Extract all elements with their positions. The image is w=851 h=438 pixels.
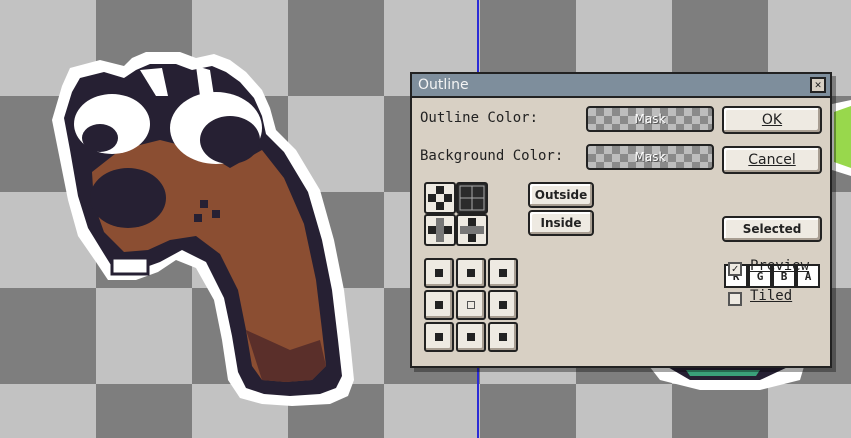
dialog-title-bar[interactable]: Outline	[412, 74, 830, 98]
outside-button[interactable]: Outside	[528, 182, 594, 208]
dialog-title: Outline	[418, 77, 469, 93]
grid-cell-top[interactable]	[456, 258, 486, 288]
ok-label: OK	[761, 112, 783, 128]
tiled-checkbox[interactable]	[728, 292, 742, 306]
grid-cell-bottom[interactable]	[456, 322, 486, 352]
grid-dot-icon	[435, 333, 443, 341]
preview-checkbox[interactable]: ✓	[728, 262, 742, 276]
outline-color-value: Mask	[634, 112, 666, 126]
horizontal-pattern-icon	[428, 218, 452, 242]
background-color-picker[interactable]: Mask	[586, 144, 714, 170]
grid-cell-top-left[interactable]	[424, 258, 454, 288]
ok-button[interactable]: OK	[722, 106, 822, 134]
grid-dot-icon	[499, 269, 507, 277]
grid-dot-icon	[467, 269, 475, 277]
check-icon: ✓	[731, 262, 739, 275]
background-color-value: Mask	[634, 150, 666, 164]
inside-button[interactable]: Inside	[528, 210, 594, 236]
selected-label: Selected	[742, 222, 802, 236]
vertical-pattern-icon	[460, 218, 484, 242]
outside-label: Outside	[534, 188, 588, 202]
inside-label: Inside	[540, 216, 582, 230]
grid-cell-top-right[interactable]	[488, 258, 518, 288]
grid-cell-bottom-left[interactable]	[424, 322, 454, 352]
cancel-button[interactable]: Cancel	[722, 146, 822, 174]
grid-dot-icon	[467, 333, 475, 341]
grid-cell-bottom-right[interactable]	[488, 322, 518, 352]
outline-dialog: Outline ✕ Outline Color: Mask Background…	[410, 72, 832, 368]
grid-dot-icon	[499, 333, 507, 341]
background-color-label: Background Color:	[420, 148, 564, 164]
grid-dot-icon	[499, 301, 507, 309]
grid-center-icon	[467, 301, 475, 309]
horizontal-matrix-button[interactable]	[424, 214, 456, 246]
selected-button[interactable]: Selected	[722, 216, 822, 242]
square-pattern-icon	[459, 185, 485, 211]
grid-dot-icon	[435, 269, 443, 277]
close-icon: ✕	[814, 78, 822, 91]
close-button[interactable]: ✕	[810, 77, 826, 93]
grid-cell-right[interactable]	[488, 290, 518, 320]
preview-label: Preview	[750, 258, 810, 274]
square-matrix-button[interactable]	[456, 182, 488, 214]
circle-matrix-button[interactable]	[424, 182, 456, 214]
vertical-matrix-button[interactable]	[456, 214, 488, 246]
outline-color-label: Outline Color:	[420, 110, 539, 126]
tiled-label: Tiled	[750, 288, 793, 304]
grid-cell-center[interactable]	[456, 290, 486, 320]
circle-pattern-icon	[428, 186, 452, 210]
grid-dot-icon	[435, 301, 443, 309]
cancel-label: Cancel	[748, 152, 796, 168]
grid-cell-left[interactable]	[424, 290, 454, 320]
outline-color-picker[interactable]: Mask	[586, 106, 714, 132]
